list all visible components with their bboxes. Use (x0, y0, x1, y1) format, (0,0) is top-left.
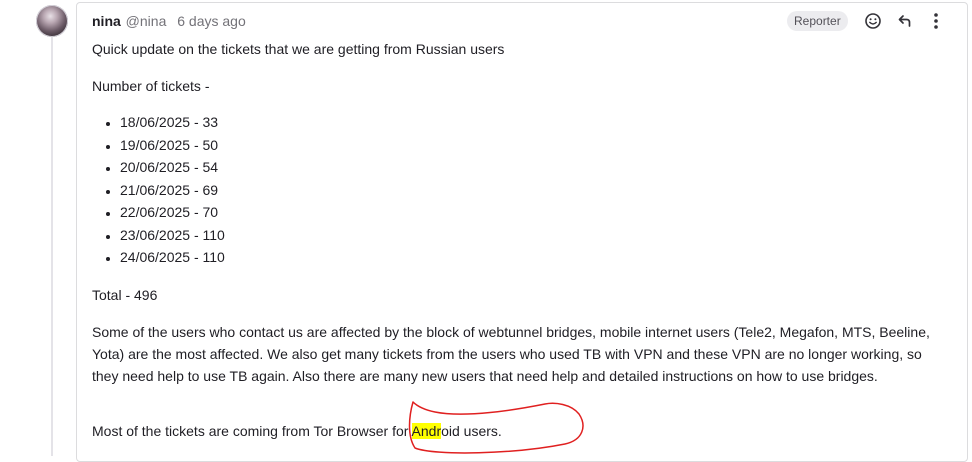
author-handle[interactable]: @nina (126, 13, 167, 29)
list-item: 19/06/2025 - 50 (120, 134, 225, 157)
avatar[interactable] (36, 5, 68, 37)
more-actions-button[interactable] (925, 10, 947, 32)
total-text: Total - 496 (92, 287, 158, 303)
smiley-icon (865, 13, 881, 29)
ticket-list: 18/06/2025 - 33 19/06/2025 - 50 20/06/20… (92, 111, 225, 269)
comment-header: nina @nina 6 days ago (92, 12, 246, 30)
platform-text-start: Most of the tickets are coming from Tor … (92, 423, 412, 439)
highlighted-text: Andr (411, 423, 442, 439)
ticket-count-heading: Number of tickets - (92, 78, 210, 94)
list-item: 22/06/2025 - 70 (120, 201, 225, 224)
role-badge: Reporter (787, 11, 848, 31)
reply-button[interactable] (894, 10, 916, 32)
list-item: 20/06/2025 - 54 (120, 156, 225, 179)
author-name[interactable]: nina (92, 13, 121, 29)
platform-text-end: oid users. (441, 423, 502, 439)
intro-text: Quick update on the tickets that we are … (92, 41, 505, 57)
platform-paragraph: Most of the tickets are coming from Tor … (92, 420, 502, 442)
thread-line (51, 36, 53, 456)
list-item: 21/06/2025 - 69 (120, 179, 225, 202)
list-item: 23/06/2025 - 110 (120, 224, 225, 247)
list-item: 24/06/2025 - 110 (120, 246, 225, 269)
details-paragraph: Some of the users who contact us are aff… (92, 324, 930, 384)
add-reaction-button[interactable] (862, 10, 884, 32)
list-item: 18/06/2025 - 33 (120, 111, 225, 134)
reply-arrow-icon (898, 15, 911, 27)
vertical-ellipsis-icon (934, 13, 938, 29)
comment-timestamp[interactable]: 6 days ago (177, 13, 246, 29)
